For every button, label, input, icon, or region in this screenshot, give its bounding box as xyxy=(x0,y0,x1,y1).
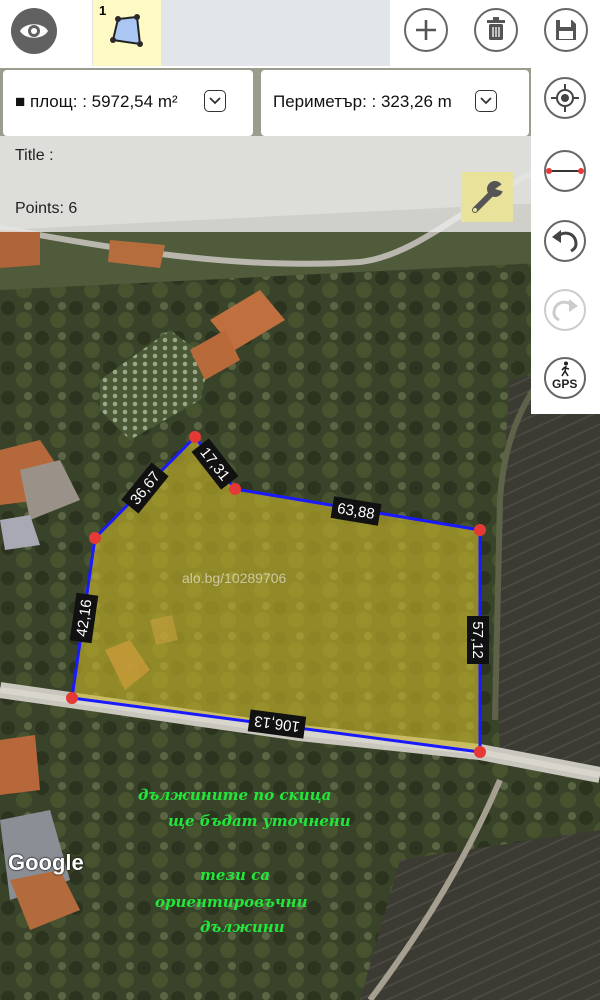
gps-button[interactable]: GPS xyxy=(544,357,586,399)
area-value: ■ площ: : 5972,54 m² xyxy=(15,92,178,111)
undo-button[interactable] xyxy=(544,220,586,262)
right-sidebar: GPS xyxy=(531,68,600,414)
layer-tab-number: 1 xyxy=(99,3,107,18)
note-line-3: тези са xyxy=(200,866,270,884)
chevron-down-icon xyxy=(209,97,221,105)
delete-button[interactable] xyxy=(474,8,518,52)
vertex-marker xyxy=(189,431,201,443)
area-card: ■ площ: : 5972,54 m² xyxy=(3,70,253,136)
wrench-icon xyxy=(472,181,505,213)
vertex-marker xyxy=(66,692,78,704)
save-icon xyxy=(556,20,576,40)
watermark: alo.bg/10289706 xyxy=(182,570,287,586)
points-label: Points: 6 xyxy=(15,200,78,217)
save-button[interactable] xyxy=(544,8,588,52)
redo-button[interactable] xyxy=(544,289,586,331)
redo-icon xyxy=(552,299,578,322)
vertex-marker xyxy=(474,524,486,536)
settings-button[interactable] xyxy=(461,172,513,222)
locate-button[interactable] xyxy=(544,77,586,119)
chevron-down-icon xyxy=(480,97,492,105)
line-measure-icon xyxy=(546,168,584,174)
vertex-marker xyxy=(89,532,101,544)
plus-icon xyxy=(416,20,436,40)
shape-info-panel: Title : Points: 6 xyxy=(0,136,531,232)
perimeter-unit-dropdown[interactable] xyxy=(475,90,497,112)
title-label: Title : xyxy=(15,147,54,164)
eye-icon xyxy=(20,24,48,38)
polygon-icon xyxy=(110,14,143,47)
vertex-marker xyxy=(474,746,486,758)
visibility-button[interactable] xyxy=(11,8,57,54)
segment-label-3: 57,12 xyxy=(469,621,486,659)
vertex-marker xyxy=(229,483,241,495)
locate-icon xyxy=(551,84,579,112)
undo-icon xyxy=(552,230,578,253)
gps-walk-icon xyxy=(561,361,570,377)
perimeter-value: Периметър: : 323,26 m xyxy=(273,92,452,111)
note-line-4: ориентировъчни xyxy=(155,893,308,911)
layer-tab-1[interactable]: 1 xyxy=(93,0,161,66)
trash-icon xyxy=(487,17,505,40)
plot-polygon xyxy=(70,434,482,754)
add-button[interactable] xyxy=(404,8,448,52)
line-measure-button[interactable] xyxy=(544,150,586,192)
note-line-2: ще бъдат уточнени xyxy=(168,812,351,830)
gps-label: GPS xyxy=(552,377,578,391)
note-line-1: дължините по скица xyxy=(138,786,332,804)
google-logo: Google xyxy=(8,850,84,875)
perimeter-card: Периметър: : 323,26 m xyxy=(261,70,529,136)
note-line-5: дължини xyxy=(200,918,285,936)
area-unit-dropdown[interactable] xyxy=(204,90,226,112)
